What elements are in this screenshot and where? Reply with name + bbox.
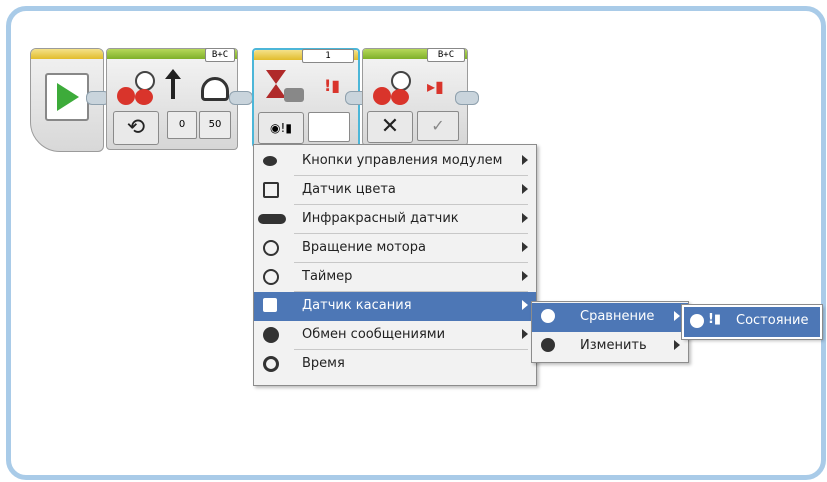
chevron-right-icon	[522, 329, 528, 339]
chevron-right-icon	[522, 300, 528, 310]
ports-label[interactable]: B+C	[427, 48, 465, 62]
menu-item-timer[interactable]: Таймер	[254, 263, 536, 292]
motor-icon	[117, 71, 161, 105]
infrared-sensor-icon	[258, 214, 286, 224]
submenu-item-state[interactable]: !▮ Состояние	[684, 307, 820, 336]
compare-submenu: !▮ Состояние	[681, 304, 823, 340]
move-tank-off-block[interactable]: B+C ▸▮ ✕ ✓	[362, 48, 468, 146]
speedometer-icon	[201, 77, 229, 101]
brick-buttons-icon	[263, 156, 277, 166]
wait-block[interactable]: 1 !▮ ◉!▮	[252, 48, 360, 148]
brake-checkbox[interactable]: ✓	[417, 111, 459, 141]
chevron-right-icon	[522, 271, 528, 281]
color-sensor-icon	[263, 182, 279, 198]
power-value[interactable]: 0	[167, 111, 197, 139]
mode-off-button[interactable]: ✕	[367, 111, 413, 143]
chevron-right-icon	[522, 213, 528, 223]
port-label[interactable]: 1	[302, 49, 354, 63]
state-bars-icon: !▮	[324, 76, 341, 95]
submenu-item-change[interactable]: Изменить	[532, 332, 688, 361]
menu-item-color-sensor[interactable]: Датчик цвета	[254, 176, 536, 205]
timer-icon	[263, 269, 279, 285]
state-bars-icon: !▮	[708, 312, 722, 327]
compare-icon	[541, 309, 555, 323]
bluetooth-icon	[263, 327, 279, 343]
ports-label[interactable]: B+C	[205, 48, 235, 62]
power-arrow-head-icon	[165, 69, 181, 79]
submenu-item-compare[interactable]: Сравнение	[532, 303, 688, 332]
state-icon	[690, 314, 704, 328]
chevron-right-icon	[522, 155, 528, 165]
connector-2	[229, 91, 253, 105]
menu-item-time[interactable]: Время	[254, 350, 536, 379]
time-icon	[263, 356, 279, 372]
change-icon	[541, 338, 555, 352]
motor-rotation-icon	[263, 240, 279, 256]
menu-item-motor-rotation[interactable]: Вращение мотора	[254, 234, 536, 263]
speed-value[interactable]: 50	[199, 111, 231, 139]
stop-icon: ▸▮	[427, 77, 444, 96]
start-header	[31, 49, 103, 59]
chevron-right-icon	[674, 311, 680, 321]
menu-item-messaging[interactable]: Обмен сообщениями	[254, 321, 536, 350]
move-tank-block[interactable]: B+C ⟲ 0 50	[106, 48, 238, 150]
hourglass-icon-bottom	[266, 84, 286, 98]
sensor-mode-button[interactable]: ◉!▮	[258, 112, 304, 144]
menu-item-touch-sensor[interactable]: Датчик касания	[254, 292, 536, 321]
chevron-right-icon	[522, 242, 528, 252]
touch-sensor-icon	[284, 88, 304, 102]
play-icon[interactable]	[45, 73, 89, 121]
motor-icon	[373, 71, 417, 105]
compare-type-dropdown[interactable]	[308, 112, 350, 142]
menu-item-brick-buttons[interactable]: Кнопки управления модулем	[254, 147, 536, 176]
mode-rotate-icon[interactable]: ⟲	[113, 111, 159, 145]
chevron-right-icon	[522, 184, 528, 194]
touch-sensor-submenu: Сравнение Изменить	[531, 301, 689, 363]
hourglass-icon	[266, 70, 286, 84]
sensor-menu: Кнопки управления модулем Датчик цвета И…	[253, 144, 537, 386]
menu-item-infrared-sensor[interactable]: Инфракрасный датчик	[254, 205, 536, 234]
chevron-right-icon	[674, 340, 680, 350]
touch-sensor-icon	[263, 298, 277, 312]
connector-end	[455, 91, 479, 105]
